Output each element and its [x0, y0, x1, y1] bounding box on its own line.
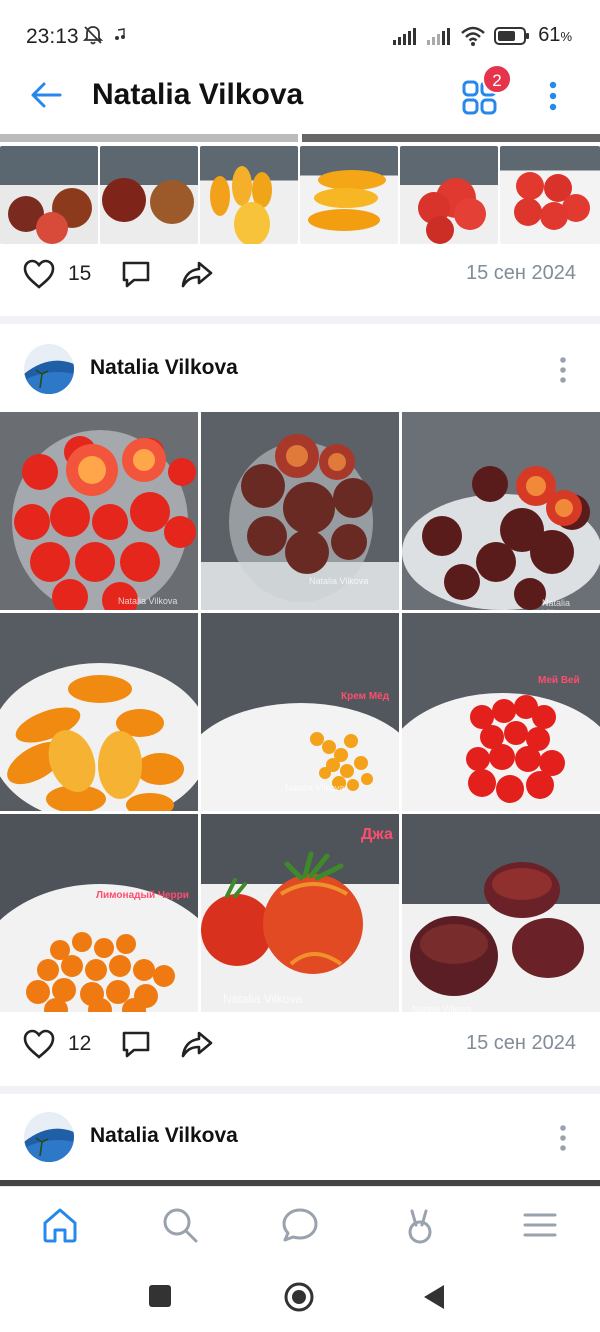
arrow-left-icon — [31, 82, 62, 108]
share-button[interactable] — [180, 1026, 214, 1062]
post-2-photo[interactable]: Мей Вей — [402, 613, 600, 811]
chat-icon — [282, 1208, 318, 1242]
post-date: 15 сен 2024 — [465, 1032, 576, 1054]
signal-secondary-icon — [427, 27, 451, 45]
post-2-photo[interactable]: Джа Natalia Vilkova — [201, 814, 399, 1012]
post-2-actions: 12 15 сен 2024 — [0, 1014, 600, 1074]
author-name[interactable]: Natalia Vilkova — [90, 1124, 238, 1148]
search-icon — [163, 1208, 198, 1243]
nav-menu[interactable] — [520, 1205, 560, 1245]
nav-search[interactable] — [160, 1205, 200, 1245]
photo-label: Джа — [361, 826, 393, 843]
notification-badge: 2 — [482, 64, 512, 94]
watermark: Natalia Vilkova — [412, 1004, 472, 1012]
clips-icon — [408, 1209, 432, 1244]
post-2-photo[interactable]: Крем Мёд Natalia Vilkova — [201, 613, 399, 811]
post-2-photo[interactable]: Лимонадый Черри — [0, 814, 198, 1012]
heart-icon — [23, 1029, 55, 1059]
post-2-photo[interactable]: Natalia Vilkova — [402, 814, 600, 1012]
share-icon — [181, 1031, 213, 1058]
post-1-photo[interactable] — [0, 146, 98, 244]
comment-icon — [122, 261, 150, 288]
system-navigation — [0, 1262, 600, 1332]
post-more-button[interactable] — [552, 354, 574, 386]
comment-button[interactable] — [120, 1026, 152, 1062]
post-date: 15 сен 2024 — [465, 262, 576, 284]
post-2-photo[interactable]: Natalia Vilkova — [0, 412, 198, 610]
triangle-back-icon — [424, 1285, 444, 1309]
post-2-photo[interactable]: Natalia Vilkova — [402, 412, 600, 610]
comment-icon — [122, 1031, 150, 1058]
wifi-icon — [461, 26, 485, 46]
watermark: Natalia Vilkova — [118, 596, 178, 606]
post-1-photo[interactable] — [400, 146, 498, 244]
home-icon — [43, 1208, 77, 1243]
post-1-actions: 15 15 сен 2024 — [0, 244, 600, 304]
like-count: 12 — [68, 1032, 92, 1055]
photo-label: Мей Вей — [538, 675, 580, 686]
post-1-photo[interactable] — [500, 146, 600, 244]
nav-home[interactable] — [40, 1205, 80, 1245]
status-time: 23:13 — [26, 25, 79, 48]
header-more-button[interactable] — [540, 76, 566, 116]
home-system-button[interactable] — [283, 1281, 315, 1313]
author-name[interactable]: Natalia Vilkova — [90, 356, 238, 380]
post-2-photo[interactable]: Natalia Vilkova — [201, 412, 399, 610]
avatar[interactable] — [24, 1112, 74, 1162]
like-button[interactable]: 12 — [22, 1026, 91, 1062]
post-separator — [0, 1086, 600, 1094]
nav-messages[interactable] — [280, 1205, 320, 1245]
post-2-photo-grid: Natalia Vilkova Natalia Vilkova Natalia … — [0, 412, 600, 1012]
post-2-author-row: Natalia Vilkova — [0, 334, 600, 404]
share-icon — [181, 261, 213, 288]
square-icon — [149, 1285, 171, 1307]
post-1-photo[interactable] — [100, 146, 198, 244]
post-1-photo[interactable] — [200, 146, 298, 244]
photo-label: Крем Мёд — [341, 691, 390, 702]
share-button[interactable] — [180, 256, 214, 292]
back-button[interactable] — [26, 78, 66, 112]
music-note-icon — [115, 28, 125, 40]
back-system-button[interactable] — [422, 1284, 446, 1310]
post-more-button[interactable] — [552, 1122, 574, 1154]
post-1-photo[interactable] — [300, 146, 398, 244]
photo-label: Лимонадый Черри — [96, 890, 189, 901]
more-vertical-icon — [549, 81, 557, 111]
post-1-photos — [0, 134, 600, 244]
watermark: Natalia Vilkova — [285, 783, 345, 793]
heart-icon — [23, 259, 55, 289]
more-vertical-icon — [560, 357, 566, 383]
bell-muted-icon — [82, 26, 104, 45]
battery-unit: % — [560, 29, 572, 44]
battery-percent: 61 — [538, 24, 561, 46]
like-count: 15 — [68, 262, 92, 285]
comment-button[interactable] — [120, 256, 152, 292]
battery-icon — [494, 26, 530, 45]
avatar[interactable] — [24, 344, 74, 394]
bottom-navigation — [0, 1186, 600, 1262]
app-header: Natalia Vilkova 2 — [0, 62, 600, 128]
post-separator — [0, 316, 600, 324]
page-title: Natalia Vilkova — [92, 78, 304, 111]
watermark: Natalia Vilkova — [223, 992, 303, 1006]
nav-clips[interactable] — [400, 1205, 440, 1245]
watermark: Natalia Vilkova — [309, 576, 369, 586]
signal-icon — [393, 27, 417, 45]
menu-icon — [523, 1213, 557, 1237]
like-button[interactable]: 15 — [22, 256, 91, 292]
circle-icon — [284, 1282, 314, 1312]
recents-button[interactable] — [148, 1284, 172, 1308]
more-vertical-icon — [560, 1125, 566, 1151]
post-3-author-row: Natalia Vilkova — [0, 1102, 600, 1172]
status-bar: 23:13 61% — [0, 0, 600, 70]
post-2-photo[interactable] — [0, 613, 198, 811]
watermark: Natalia Vilkova — [542, 598, 571, 610]
